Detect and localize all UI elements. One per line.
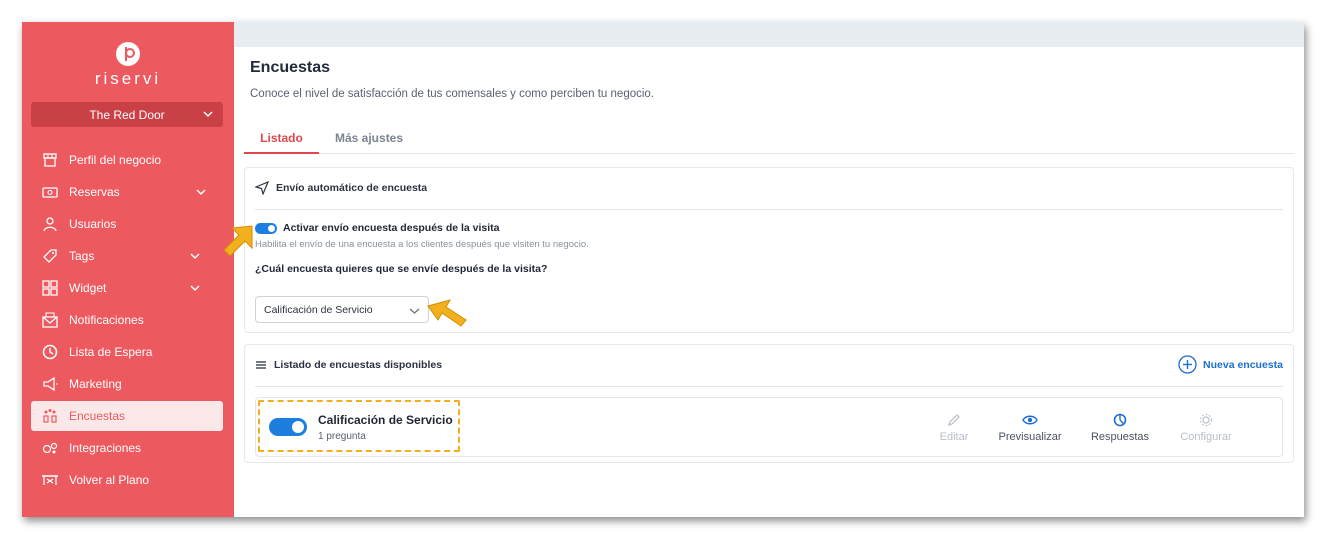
integrations-icon: [41, 439, 59, 457]
sidebar-item-label: Lista de Espera: [69, 345, 153, 359]
chevron-down-icon: [202, 108, 214, 123]
user-icon: [41, 215, 59, 233]
sidebar-item-reservas[interactable]: Reservas: [31, 176, 223, 208]
pie-chart-icon: [1088, 412, 1152, 428]
list-icon: [256, 361, 266, 369]
preview-label: Previsualizar: [998, 431, 1062, 443]
survey-select-value: Calificación de Servicio: [264, 303, 373, 316]
gear-icon: [1176, 412, 1236, 428]
preview-button[interactable]: Previsualizar: [996, 412, 1064, 443]
sidebar-item-label: Usuarios: [69, 217, 117, 231]
sidebar-item-label: Integraciones: [69, 441, 142, 455]
sidebar-item-label: Notificaciones: [69, 313, 144, 327]
chevron-down-icon: [189, 282, 201, 297]
auto-send-header: Envío automático de encuesta: [255, 181, 427, 195]
survey-question-label: ¿Cuál encuesta quieres que se envíe desp…: [255, 263, 548, 275]
send-icon: [255, 181, 269, 195]
new-survey-button[interactable]: Nueva encuesta: [1178, 355, 1283, 374]
clock-icon: [41, 343, 59, 361]
mail-icon: [41, 311, 59, 329]
auto-send-title: Envío automático de encuesta: [276, 182, 428, 194]
app-window: riservi The Red Door Perfil del negocio …: [22, 22, 1304, 517]
edit-label: Editar: [939, 431, 969, 443]
sidebar-item-label: Encuestas: [69, 409, 126, 423]
sidebar-item-usuarios[interactable]: Usuarios: [31, 208, 223, 240]
survey-list-header: Listado de encuestas disponibles: [255, 359, 442, 371]
survey-select[interactable]: Calificación de Servicio: [255, 296, 429, 323]
sidebar-item-label: Reservas: [69, 185, 120, 199]
ticket-icon: [41, 183, 59, 201]
auto-send-card: Envío automático de encuesta Activar env…: [244, 167, 1294, 333]
sidebar-item-label: Tags: [69, 249, 95, 263]
pencil-icon: [938, 412, 970, 428]
tab-listado[interactable]: Listado: [244, 131, 319, 154]
survey-list-title: Listado de encuestas disponibles: [274, 359, 443, 371]
plus-circle-icon: [1178, 355, 1197, 374]
pointer-arrow-icon: [223, 225, 253, 257]
auto-send-toggle-label: Activar envío encuesta después de la vis…: [283, 222, 500, 234]
sidebar-item-marketing[interactable]: Marketing: [31, 368, 223, 400]
sidebar: riservi The Red Door Perfil del negocio …: [22, 22, 234, 517]
grid-icon: [41, 279, 59, 297]
sidebar-item-notificaciones[interactable]: Notificaciones: [31, 304, 223, 336]
divider: [255, 386, 1283, 387]
auto-send-help: Habilita el envío de una encuesta a los …: [255, 239, 589, 250]
sidebar-item-perfil[interactable]: Perfil del negocio: [31, 144, 223, 176]
megaphone-icon: [41, 375, 59, 393]
tab-bar: Listado Más ajustes: [244, 122, 1294, 154]
sidebar-item-label: Volver al Plano: [69, 473, 150, 487]
sidebar-item-label: Widget: [69, 281, 107, 295]
sidebar-item-label: Perfil del negocio: [69, 153, 162, 167]
chevron-down-icon: [189, 250, 201, 265]
chevron-down-icon: [195, 186, 207, 201]
new-survey-label: Nueva encuesta: [1203, 358, 1283, 371]
sidebar-item-widget[interactable]: Widget: [31, 272, 223, 304]
chevron-down-icon: [409, 306, 420, 319]
top-bar: [234, 22, 1304, 47]
sidebar-item-lista-espera[interactable]: Lista de Espera: [31, 336, 223, 368]
restaurant-name: The Red Door: [89, 107, 165, 122]
survey-icon: [41, 407, 59, 425]
tab-mas-ajustes[interactable]: Más ajustes: [335, 131, 403, 145]
configure-label: Configurar: [1180, 431, 1232, 443]
sidebar-item-volver-plano[interactable]: Volver al Plano: [31, 464, 223, 496]
pointer-arrow-icon: [427, 299, 467, 327]
page-title: Encuestas: [250, 59, 331, 76]
logo-text: riservi: [94, 69, 162, 88]
store-icon: [41, 151, 59, 169]
sidebar-nav: Perfil del negocio Reservas Usuarios Tag…: [31, 144, 223, 496]
restaurant-selector[interactable]: The Red Door: [31, 102, 223, 127]
edit-button[interactable]: Editar: [938, 412, 970, 443]
sidebar-item-tags[interactable]: Tags: [31, 240, 223, 272]
sidebar-item-label: Marketing: [69, 377, 122, 391]
responses-label: Respuestas: [1090, 431, 1150, 443]
eye-icon: [996, 412, 1064, 428]
configure-button[interactable]: Configurar: [1176, 412, 1236, 443]
divider: [255, 209, 1283, 210]
floor-plan-icon: [41, 471, 59, 489]
sidebar-item-integraciones[interactable]: Integraciones: [31, 432, 223, 464]
highlight-box: [258, 400, 460, 452]
page-subtitle: Conoce el nivel de satisfacción de tus c…: [250, 88, 655, 100]
logo: riservi: [22, 42, 234, 89]
responses-button[interactable]: Respuestas: [1088, 412, 1152, 443]
tag-icon: [41, 247, 59, 265]
fork-logo-icon: [116, 42, 140, 66]
sidebar-item-encuestas[interactable]: Encuestas: [31, 401, 223, 431]
